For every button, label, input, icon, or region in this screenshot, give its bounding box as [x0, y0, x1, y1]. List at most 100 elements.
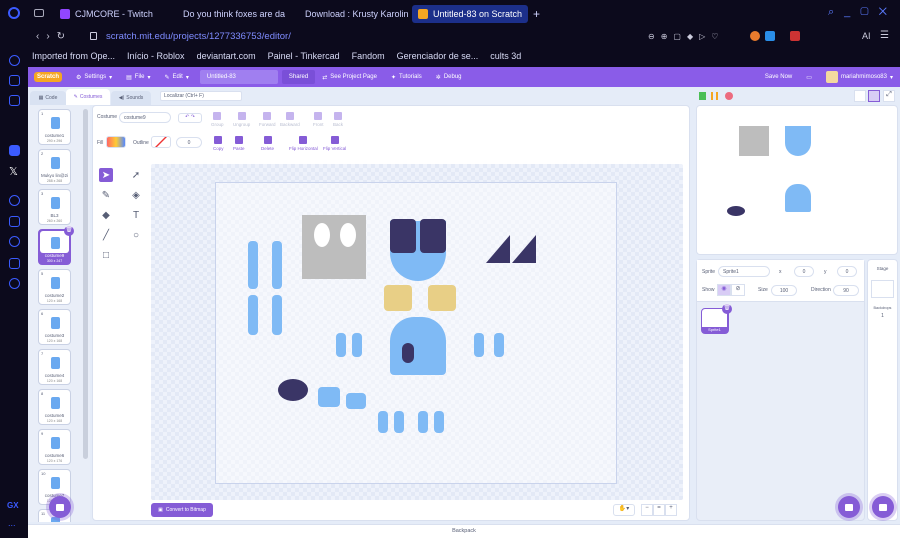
forward-button[interactable]: Forward: [259, 112, 276, 127]
costume-item[interactable]: 5 costume2 120 x 168: [38, 269, 71, 305]
direction-input[interactable]: 90: [833, 285, 859, 296]
tutorials-button[interactable]: ✦ Tutorials: [384, 67, 429, 87]
scratch-logo[interactable]: Scratch: [34, 72, 63, 82]
costume-item[interactable]: 1 costume1 290 x 296: [38, 109, 71, 145]
url-input[interactable]: scratch.mit.edu/projects/1277336753/edit…: [106, 31, 291, 42]
back-button[interactable]: Back: [333, 112, 343, 127]
tab-costumes[interactable]: ✎ Costumes: [66, 89, 110, 105]
y-input[interactable]: 0: [837, 266, 857, 277]
extension-icon[interactable]: [790, 31, 800, 41]
new-tab-button[interactable]: +: [533, 7, 540, 21]
flip-horizontal-button[interactable]: Flip Horizontal: [289, 136, 318, 151]
costume-item[interactable]: 4🗑costume9300 x 247: [38, 226, 74, 265]
pause-icon[interactable]: [711, 92, 718, 100]
more-icon[interactable]: ...: [8, 518, 16, 528]
group-button[interactable]: Group: [211, 112, 224, 127]
bookmark-gerenciador[interactable]: Gerenciador de se...: [397, 51, 479, 61]
workspaces-icon[interactable]: [34, 9, 44, 17]
convert-to-bitmap-button[interactable]: ▣ Convert to Bitmap: [151, 503, 213, 517]
choose-sprite-button[interactable]: [838, 496, 860, 518]
file-menu[interactable]: ▤ File ▾: [119, 67, 157, 87]
brush-tool-icon[interactable]: ✎: [99, 188, 113, 202]
flip-vertical-button[interactable]: Flip Vertical: [323, 136, 346, 151]
costume-item[interactable]: 8 costume5 120 x 168: [38, 389, 71, 425]
fill-color-picker[interactable]: [106, 136, 126, 148]
account-menu[interactable]: mariahmimoso83 ▾: [819, 67, 900, 87]
text-tool-icon[interactable]: T: [129, 208, 143, 222]
paint-canvas[interactable]: [151, 164, 683, 500]
search-blocks-input[interactable]: Localizar (Ctrl+ F): [160, 91, 242, 101]
choose-costume-button[interactable]: [49, 496, 71, 518]
music-icon[interactable]: [9, 216, 20, 227]
stage-preview[interactable]: [696, 105, 898, 255]
history-icon[interactable]: [9, 236, 20, 247]
nav-buttons[interactable]: ‹›↻: [36, 31, 72, 42]
size-input[interactable]: 100: [771, 285, 797, 296]
copy-button[interactable]: Copy: [213, 136, 224, 151]
green-flag-icon[interactable]: [699, 92, 706, 100]
delete-sprite-icon[interactable]: 🗑: [722, 304, 732, 314]
sprite-thumbnail[interactable]: Sprite1 🗑: [701, 304, 732, 334]
menu-icon[interactable]: ☰: [880, 30, 889, 41]
costume-item[interactable]: 9 costume6 120 x 176: [38, 429, 71, 465]
tab-youtube[interactable]: Do you think foxes are da: [172, 5, 290, 23]
select-tool-icon[interactable]: ➤: [99, 168, 113, 182]
costume-item[interactable]: 6 costume3 120 x 168: [38, 309, 71, 345]
ai-icon[interactable]: [9, 75, 20, 86]
sprite-name-input[interactable]: Sprite1: [718, 266, 770, 277]
line-tool-icon[interactable]: ╱: [99, 228, 113, 242]
shared-button[interactable]: Shared: [281, 70, 316, 84]
edit-menu[interactable]: ✎ Edit ▾: [157, 67, 195, 87]
debug-button[interactable]: ✲ Debug: [429, 67, 469, 87]
tab-scratch[interactable]: Untitled-83 on Scratch: [412, 5, 528, 23]
zoom-in-button[interactable]: +: [665, 504, 677, 516]
ai-button[interactable]: AI: [862, 31, 871, 41]
rectangle-tool-icon[interactable]: □: [99, 248, 113, 262]
show-visible-button[interactable]: ◉: [717, 284, 731, 296]
stage-selector[interactable]: Stage Backdrops 1: [867, 259, 898, 521]
costume-item[interactable]: 7 costume4 120 x 168: [38, 349, 71, 385]
fullscreen-button[interactable]: ⤢: [883, 90, 895, 102]
see-project-page-button[interactable]: ⇄ See Project Page: [315, 67, 384, 87]
outline-width-input[interactable]: 0: [176, 137, 202, 148]
ungroup-button[interactable]: Ungroup: [233, 112, 250, 127]
speed-dial-icon[interactable]: [9, 55, 20, 66]
eraser-tool-icon[interactable]: ◈: [129, 188, 143, 202]
normal-stage-button[interactable]: [868, 90, 880, 102]
tab-sounds[interactable]: ◀) Sounds: [111, 91, 151, 105]
toolbar-icons[interactable]: ⊖⊕▢◆▷♡: [648, 32, 724, 41]
show-hidden-button[interactable]: ⊘: [731, 284, 745, 296]
bookmark-deviantart[interactable]: deviantart.com: [197, 51, 256, 61]
choose-backdrop-button[interactable]: [872, 496, 894, 518]
extension-icon[interactable]: [765, 31, 775, 41]
backward-button[interactable]: Backward: [280, 112, 300, 127]
canvas-hand-tool[interactable]: ✋▾: [613, 504, 635, 516]
front-button[interactable]: Front: [313, 112, 324, 127]
gx-label[interactable]: GX: [7, 501, 19, 510]
delete-button[interactable]: Delete: [261, 136, 274, 151]
messenger-icon[interactable]: [9, 145, 20, 156]
x-input[interactable]: 0: [794, 266, 814, 277]
tab-download[interactable]: Download : Krusty Karolin: [294, 5, 410, 23]
outline-color-picker[interactable]: [151, 136, 171, 148]
workspace-icon[interactable]: [9, 95, 20, 106]
reshape-tool-icon[interactable]: ➚: [129, 168, 143, 182]
tab-twitch[interactable]: CJMCORE - Twitch: [54, 5, 164, 23]
bookmark-tinkercad[interactable]: Painel - Tinkercad: [268, 51, 340, 61]
zoom-reset-button[interactable]: =: [653, 504, 665, 516]
extension-icon[interactable]: [750, 31, 760, 41]
fill-tool-icon[interactable]: ◆: [99, 208, 113, 222]
my-stuff-icon[interactable]: ▭: [799, 67, 819, 87]
settings-menu[interactable]: ⚙ Settings ▾: [69, 67, 119, 87]
undo-redo[interactable]: ↶ ↷: [178, 113, 202, 123]
save-now-button[interactable]: Save Now: [758, 67, 799, 87]
bookmark-imported[interactable]: Imported from Ope...: [32, 51, 115, 61]
bookmark-fandom[interactable]: Fandom: [352, 51, 385, 61]
costume-item[interactable]: 2 Mukyo lin@2i 288 x 268: [38, 149, 71, 185]
tab-code[interactable]: ▦ Code: [30, 91, 66, 105]
zoom-out-button[interactable]: −: [641, 504, 653, 516]
settings-icon[interactable]: [9, 278, 20, 289]
paste-button[interactable]: Paste: [233, 136, 245, 151]
costume-name-input[interactable]: costume9: [119, 112, 171, 123]
small-stage-button[interactable]: [854, 90, 866, 102]
